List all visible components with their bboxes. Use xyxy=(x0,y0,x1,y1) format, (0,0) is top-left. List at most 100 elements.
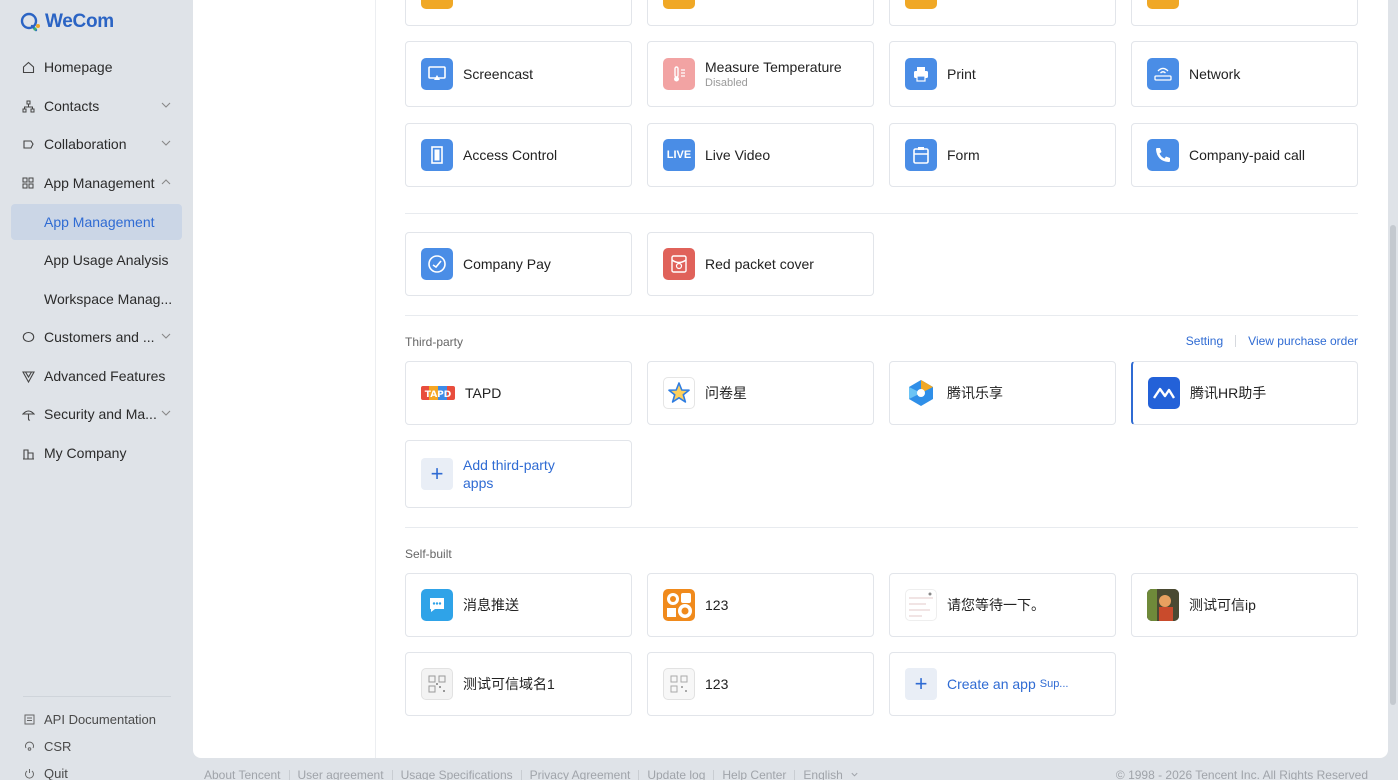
network-router-icon xyxy=(1147,58,1179,90)
content-divider xyxy=(375,0,376,758)
plus-icon: + xyxy=(905,668,937,700)
app-card-partial[interactable] xyxy=(1131,0,1358,26)
app-card-form[interactable]: Form xyxy=(889,123,1116,187)
app-icon xyxy=(421,0,453,9)
app-card-partial[interactable] xyxy=(889,0,1116,26)
sidebar-item-label: Customers and ... xyxy=(44,329,155,345)
phone-icon xyxy=(1147,139,1179,171)
footer-link-help-center[interactable]: Help Center xyxy=(722,768,786,780)
section-divider xyxy=(405,213,1358,214)
app-card-tencent-hr[interactable]: 腾讯HR助手 xyxy=(1131,361,1358,425)
form-icon xyxy=(905,139,937,171)
app-card-123-second[interactable]: 123 xyxy=(647,652,874,716)
setting-link[interactable]: Setting xyxy=(1186,334,1223,348)
power-icon xyxy=(23,768,35,780)
language-selector[interactable]: English xyxy=(803,768,859,780)
app-card-test-trusted-ip[interactable]: 测试可信ip xyxy=(1131,573,1358,637)
collaboration-icon xyxy=(21,137,35,151)
language-label: English xyxy=(803,768,843,780)
sidebar-item-label: Homepage xyxy=(44,59,113,75)
create-app-label: Create an app xyxy=(947,676,1036,692)
tapd-logo-icon: TAPD xyxy=(421,386,455,400)
sidebar-item-label: Advanced Features xyxy=(44,368,166,384)
sidebar-subitem-app-management[interactable]: App Management xyxy=(11,204,182,240)
sidebar-item-label: App Management xyxy=(44,214,155,230)
sidebar-item-label: Workspace Manag... xyxy=(44,291,173,307)
app-card-red-packet-cover[interactable]: Red packet cover xyxy=(647,232,874,296)
app-card-print[interactable]: Print xyxy=(889,41,1116,107)
view-purchase-order-link[interactable]: View purchase order xyxy=(1248,334,1358,348)
sidebar-item-app-management[interactable]: App Management xyxy=(11,165,182,201)
sidebar-item-homepage[interactable]: Homepage xyxy=(11,49,182,85)
sidebar-item-contacts[interactable]: Contacts xyxy=(11,88,182,124)
third-party-links: Setting View purchase order xyxy=(1186,334,1358,348)
app-card-company-paid-call[interactable]: Company-paid call xyxy=(1131,123,1358,187)
wecom-logo[interactable]: WeCom xyxy=(20,11,114,33)
app-label: Live Video xyxy=(705,146,771,163)
app-card-123[interactable]: 123 xyxy=(647,573,874,637)
sidebar-subitem-app-usage-analysis[interactable]: App Usage Analysis xyxy=(11,242,182,278)
app-label: Red packet cover xyxy=(705,255,814,272)
custom-app-icon xyxy=(663,589,695,621)
app-label: 测试可信ip xyxy=(1189,596,1256,613)
app-card-access-control[interactable]: Access Control xyxy=(405,123,632,187)
plus-icon: + xyxy=(421,458,453,490)
footer-separator xyxy=(794,769,796,780)
api-documentation-link[interactable]: API Documentation xyxy=(23,712,156,727)
wecom-logo-icon xyxy=(20,12,40,32)
company-pay-icon xyxy=(421,248,453,280)
sidebar-item-my-company[interactable]: My Company xyxy=(11,435,182,471)
brand-name: WeCom xyxy=(45,11,114,32)
sidebar-item-label: My Company xyxy=(44,445,127,461)
sidebar-item-label: Contacts xyxy=(44,98,100,114)
sidebar-item-security[interactable]: Security and Ma... xyxy=(11,396,182,432)
sidebar: WeCom Homepage Contacts Collaboration Ap… xyxy=(0,0,193,780)
sidebar-item-collaboration[interactable]: Collaboration xyxy=(11,126,182,162)
footer-link-user-agreement[interactable]: User agreement xyxy=(298,768,384,780)
app-icon xyxy=(905,0,937,9)
app-label: 测试可信域名1 xyxy=(463,675,555,692)
footer-link-privacy[interactable]: Privacy Agreement xyxy=(530,768,631,780)
app-label: 123 xyxy=(705,596,729,613)
app-card-message-push[interactable]: 消息推送 xyxy=(405,573,632,637)
app-card-partial[interactable] xyxy=(405,0,632,26)
red-packet-icon xyxy=(663,248,695,280)
app-card-company-pay[interactable]: Company Pay xyxy=(405,232,632,296)
lexiang-logo-icon xyxy=(905,377,937,409)
sidebar-subitem-workspace-management[interactable]: Workspace Manag... xyxy=(11,281,182,317)
qr-code-icon xyxy=(663,668,695,700)
copyright-text: © 1998 - 2026 Tencent Inc. All Rights Re… xyxy=(1115,768,1368,780)
app-card-network[interactable]: Network xyxy=(1131,41,1358,107)
quit-link[interactable]: Quit xyxy=(23,766,68,780)
sidebar-item-customers[interactable]: Customers and ... xyxy=(11,319,182,355)
csr-label: CSR xyxy=(44,739,72,754)
footer-link-usage-specifications[interactable]: Usage Specifications xyxy=(401,768,513,780)
app-icon xyxy=(1147,0,1179,9)
app-card-tapd[interactable]: TAPD TAPD xyxy=(405,361,632,425)
chevron-down-icon xyxy=(851,772,858,777)
chevron-down-icon xyxy=(161,410,171,416)
footer-link-update-log[interactable]: Update log xyxy=(647,768,705,780)
app-card-measure-temperature[interactable]: Measure Temperature Disabled xyxy=(647,41,874,107)
live-icon: LIVE xyxy=(663,139,695,171)
scrollbar-thumb[interactable] xyxy=(1390,225,1396,705)
app-card-screencast[interactable]: Screencast xyxy=(405,41,632,107)
app-card-please-wait[interactable]: 请您等待一下。 xyxy=(889,573,1116,637)
sidebar-item-advanced-features[interactable]: Advanced Features xyxy=(11,358,182,394)
footer-link-about[interactable]: About Tencent xyxy=(204,768,281,780)
footer-separator xyxy=(391,769,393,780)
app-card-partial[interactable] xyxy=(647,0,874,26)
app-card-tencent-lexiang[interactable]: 腾讯乐享 xyxy=(889,361,1116,425)
app-card-live-video[interactable]: LIVE Live Video xyxy=(647,123,874,187)
add-third-party-app-button[interactable]: + Add third-party apps xyxy=(405,440,632,508)
thermometer-icon xyxy=(663,58,695,90)
app-card-test-trusted-domain[interactable]: 测试可信域名1 xyxy=(405,652,632,716)
section-divider xyxy=(405,315,1358,316)
app-card-wenjuanxing[interactable]: 问卷星 xyxy=(647,361,874,425)
sidebar-item-label: App Management xyxy=(44,175,155,191)
app-label: 123 xyxy=(705,675,729,692)
api-documentation-label: API Documentation xyxy=(44,712,157,727)
page-scrollbar[interactable] xyxy=(1388,0,1398,780)
csr-link[interactable]: CSR xyxy=(23,739,71,754)
create-app-button[interactable]: + Create an app Sup... xyxy=(889,652,1116,716)
